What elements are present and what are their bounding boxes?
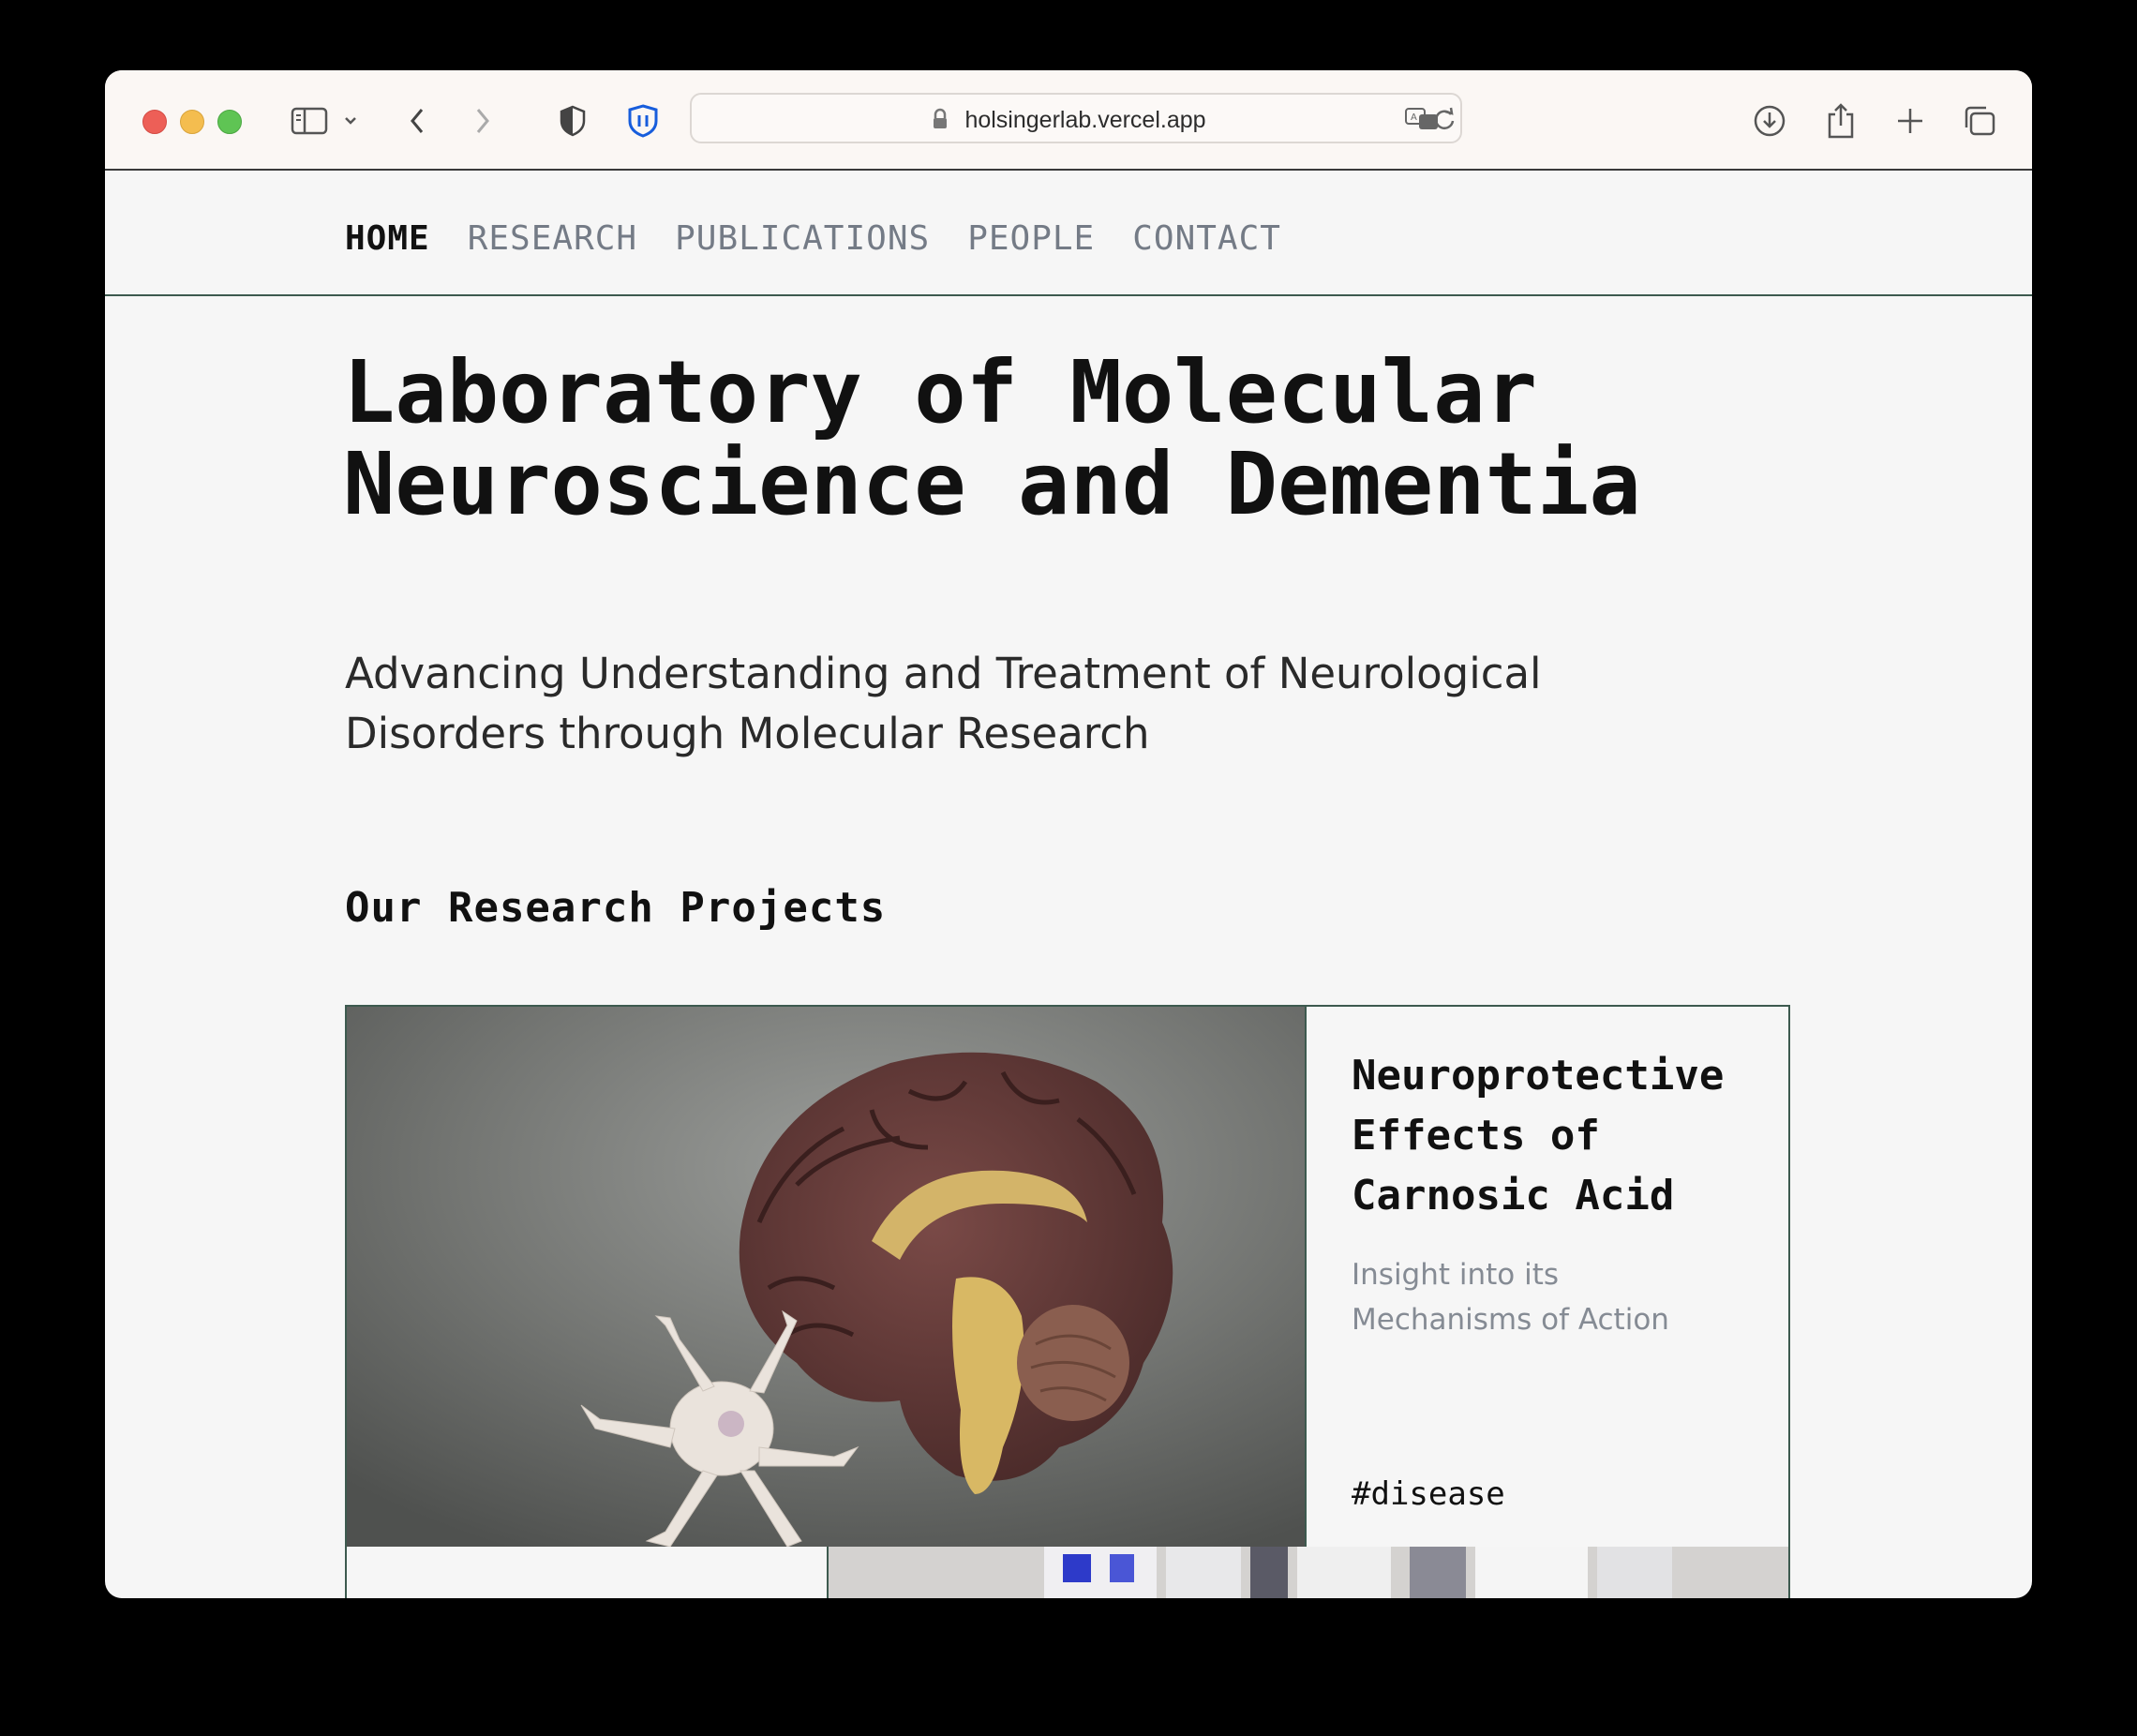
- page-subtitle: Advancing Understanding and Treatment of…: [345, 644, 1751, 764]
- downloads-icon[interactable]: [1751, 100, 1788, 142]
- project-card-2[interactable]: [347, 1547, 829, 1598]
- project-title-line-3: Carnosic Acid: [1352, 1172, 1675, 1220]
- project-row-2: [345, 1547, 1790, 1598]
- nav-item-research[interactable]: RESEARCH: [468, 219, 637, 258]
- project-card-body: Neuroprotective Effects of Carnosic Acid…: [1307, 1007, 1788, 1547]
- page-subtitle-line-1: Advancing Understanding and Treatment of…: [345, 649, 1542, 698]
- page-title-line-2: Neuroscience and Dementia: [343, 434, 1641, 534]
- nav-item-home[interactable]: HOME: [345, 219, 430, 258]
- project-card-3-image[interactable]: [829, 1547, 1788, 1598]
- project-description-line-2: Mechanisms of Action: [1352, 1303, 1669, 1337]
- share-icon[interactable]: [1822, 100, 1860, 142]
- project-tag[interactable]: #disease: [1352, 1475, 1505, 1513]
- chevron-down-icon[interactable]: [339, 100, 362, 142]
- site-navigation: HOME RESEARCH PUBLICATIONS PEOPLE CONTAC…: [105, 171, 2032, 296]
- page-title-line-1: Laboratory of Molecular: [343, 342, 1537, 442]
- forward-icon[interactable]: [469, 100, 497, 142]
- tab-overview-icon[interactable]: [1961, 100, 1998, 142]
- address-bar[interactable]: holsingerlab.vercel.app A: [690, 93, 1462, 143]
- project-description-line-1: Insight into its: [1352, 1258, 1560, 1292]
- nav-item-publications[interactable]: PUBLICATIONS: [675, 219, 930, 258]
- svg-text:A: A: [1411, 112, 1417, 123]
- new-tab-icon[interactable]: [1891, 100, 1929, 142]
- brain-model-image: [347, 1007, 1307, 1547]
- sidebar-toggle-icon[interactable]: [289, 100, 330, 142]
- project-title-line-2: Effects of: [1352, 1112, 1600, 1160]
- page-title: Laboratory of Molecular Neuroscience and…: [343, 347, 1843, 531]
- url-text: holsingerlab.vercel.app: [964, 107, 1206, 133]
- minimize-window-button[interactable]: [180, 110, 204, 134]
- project-title-line-1: Neuroprotective: [1352, 1052, 1725, 1100]
- nav-item-contact[interactable]: CONTACT: [1132, 219, 1281, 258]
- browser-toolbar: holsingerlab.vercel.app A: [105, 70, 2032, 171]
- privacy-shield-icon[interactable]: [557, 100, 589, 142]
- browser-window: holsingerlab.vercel.app A HOME RESEARCH …: [105, 70, 2032, 1598]
- zoom-window-button[interactable]: [217, 110, 242, 134]
- project-title[interactable]: Neuroprotective Effects of Carnosic Acid: [1352, 1046, 1764, 1226]
- research-projects-heading: Our Research Projects: [345, 884, 887, 932]
- nav-item-people[interactable]: PEOPLE: [967, 219, 1095, 258]
- nav-list: HOME RESEARCH PUBLICATIONS PEOPLE CONTAC…: [345, 219, 1319, 258]
- close-window-button[interactable]: [142, 110, 167, 134]
- reload-icon[interactable]: [1432, 106, 1457, 137]
- project-card[interactable]: Neuroprotective Effects of Carnosic Acid…: [345, 1005, 1790, 1549]
- page-subtitle-line-2: Disorders through Molecular Research: [345, 709, 1150, 758]
- project-description: Insight into its Mechanisms of Action: [1352, 1252, 1745, 1342]
- back-icon[interactable]: [403, 100, 431, 142]
- bitwarden-extension-icon[interactable]: [626, 100, 660, 142]
